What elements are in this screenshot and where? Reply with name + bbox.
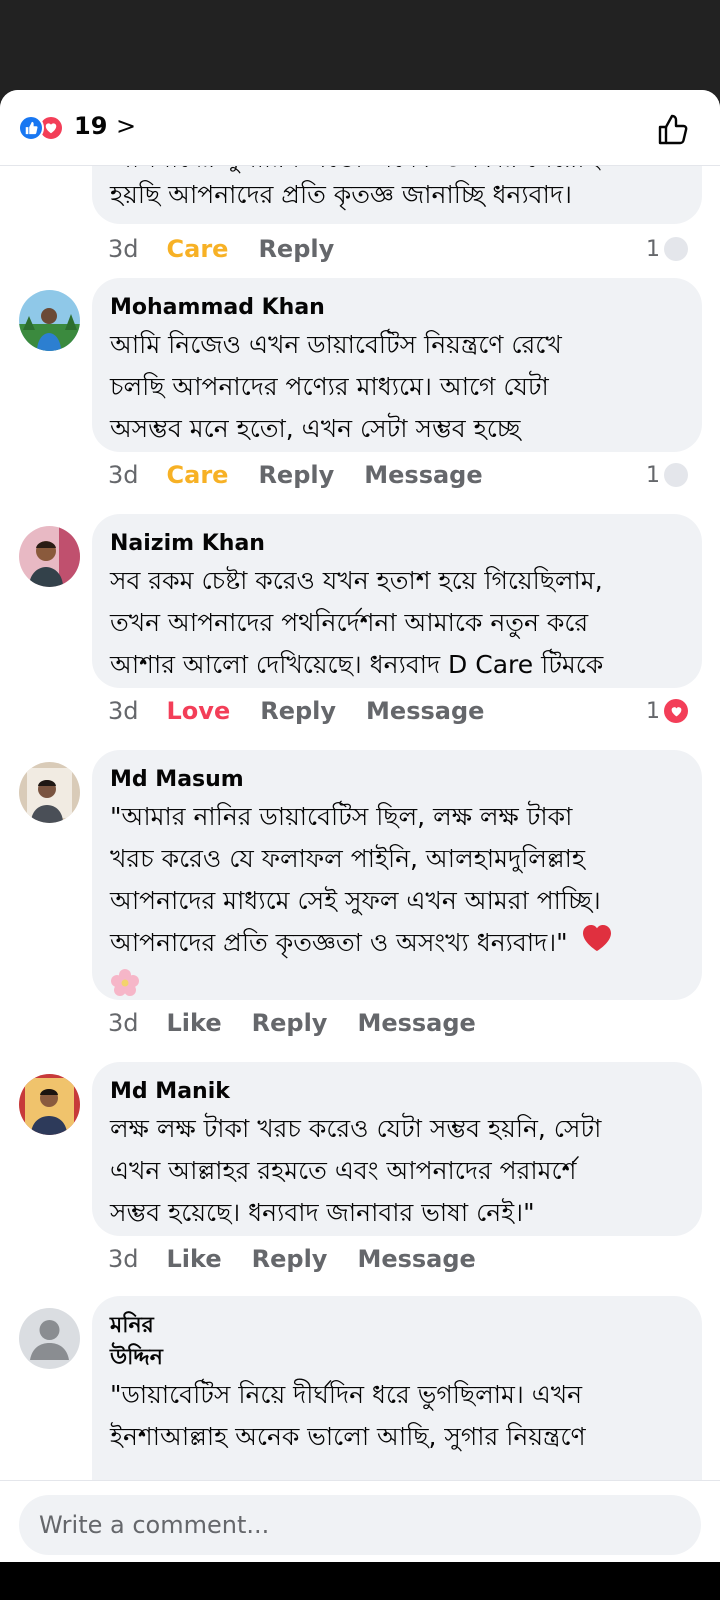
comment-actions: 3d Care Reply [108, 232, 364, 266]
comment-author[interactable]: Mohammad Khan [110, 292, 684, 324]
comment-line: "ডায়াবেটিস নিয়ে দীর্ঘদিন ধরে ভুগছিলাম।… [110, 1380, 583, 1409]
comment-input[interactable]: Write a comment... [19, 1495, 701, 1555]
care-button[interactable]: Care [167, 461, 229, 489]
reply-button[interactable]: Reply [252, 1009, 328, 1037]
comment-line: আপনাদের মাধ্যমে সেই সুফল এখন আমরা পাচ্ছি… [110, 886, 601, 915]
reaction-count[interactable]: 19 [74, 112, 107, 140]
comment-bubble: Naizim Khan সব রকম চেষ্টা করেও যখন হতাশ … [92, 514, 702, 688]
reactions-header[interactable]: 19 > [0, 90, 720, 166]
comment-author[interactable]: Naizim Khan [110, 528, 684, 560]
comment-actions: 3d Like Reply Message [108, 1242, 506, 1276]
reaction-counter[interactable]: 1 [646, 694, 688, 728]
love-button[interactable]: Love [167, 697, 231, 725]
comment-line: সব রকম চেষ্টা করেও যখন হতাশ হয়ে গিয়েছি… [110, 566, 603, 595]
avatar[interactable] [19, 526, 80, 587]
comment-actions: 3d Care Reply Message [108, 458, 513, 492]
comment-time: 3d [108, 461, 139, 489]
comment-line: অসম্ভব মনে হতো, এখন সেটা সম্ভব হচ্ছে [110, 414, 521, 443]
reaction-counter[interactable]: 1 [646, 458, 688, 492]
comment-time: 3d [108, 1009, 139, 1037]
comment-actions: 3d Love Reply Message [108, 694, 514, 728]
comment-author[interactable]: Md Masum [110, 764, 684, 796]
reaction-count: 1 [646, 698, 660, 724]
comment-time: 3d [108, 235, 139, 263]
heart-emoji-icon [582, 923, 612, 965]
status-bar-area [0, 0, 720, 90]
like-button[interactable]: Like [167, 1009, 222, 1037]
comment-line: চলছি আপনাদের পণ্যের মাধ্যমে। আগে যেটা [110, 372, 549, 401]
like-reaction-icon [18, 115, 44, 141]
comment-author[interactable]: মনির [110, 1310, 684, 1342]
comment-line: আশার আলো দেখিয়েছে। ধন্যবাদ D Care টিমকে [110, 650, 604, 679]
comment-author-line2[interactable]: উদ্দিন [110, 1342, 684, 1374]
comment-line: "আমার নানির ডায়াবেটিস ছিল, লক্ষ লক্ষ টা… [110, 802, 573, 831]
reaction-count: 1 [646, 236, 660, 262]
comment-line: এখন আল্লাহর রহমতে এবং আপনাদের পরামর্শে [110, 1156, 577, 1185]
message-button[interactable]: Message [364, 461, 482, 489]
avatar[interactable] [19, 762, 80, 823]
comment-bubble: Md Manik লক্ষ লক্ষ টাকা খরচ করেও যেটা সম… [92, 1062, 702, 1236]
comment-line: লক্ষ লক্ষ টাকা খরচ করেও যেটা সম্ভব হয়নি… [110, 1114, 602, 1143]
reply-button[interactable]: Reply [252, 1245, 328, 1273]
thumbs-up-icon[interactable] [652, 110, 692, 150]
comment-bubble: Mohammad Khan আমি নিজেও এখন ডায়াবেটিস ন… [92, 278, 702, 452]
message-button[interactable]: Message [357, 1009, 475, 1037]
comment-composer: Write a comment... [0, 1480, 720, 1562]
reaction-count: 1 [646, 462, 660, 488]
comment-text: হয়ছি আপনাদের প্রতি কৃতজ্ঞ জানাচ্ছি ধন্য… [110, 180, 572, 209]
care-reaction-icon [664, 237, 688, 261]
comment-line: আপনাদের প্রতি কৃতজ্ঞতা ও অসংখ্য ধন্যবাদ।… [110, 922, 684, 965]
comments-list[interactable]: আপনাদের সুপারিশ এতো অনেক উপকার পেয়েছি হ… [0, 166, 720, 1562]
reply-button[interactable]: Reply [258, 235, 334, 263]
reaction-counter[interactable]: 1 [646, 232, 688, 266]
comment-actions: 3d Like Reply Message [108, 1006, 506, 1040]
comment-line: ইনশাআল্লাহ অনেক ভালো আছি, সুগার নিয়ন্ত্… [110, 1422, 586, 1451]
reaction-icons[interactable] [18, 115, 68, 141]
message-button[interactable]: Message [357, 1245, 475, 1273]
care-button[interactable]: Care [167, 235, 229, 263]
comment-line: সম্ভব হয়েছে। ধন্যবাদ জানাবার ভাষা নেই।" [110, 1198, 535, 1227]
comment-line: আমি নিজেও এখন ডায়াবেটিস নিয়ন্ত্রণে রেখ… [110, 330, 562, 359]
avatar[interactable] [19, 290, 80, 351]
flower-emoji-icon [110, 965, 684, 1001]
love-reaction-icon [664, 699, 688, 723]
reply-button[interactable]: Reply [260, 697, 336, 725]
comment-cut-line: আপনাদের সুপারিশ এতো অনেক উপকার পেয়েছি [110, 166, 684, 174]
comment-bubble: Md Masum "আমার নানির ডায়াবেটিস ছিল, লক্… [92, 750, 702, 1000]
comment-author[interactable]: Md Manik [110, 1076, 684, 1108]
reply-button[interactable]: Reply [258, 461, 334, 489]
comment-input-placeholder: Write a comment... [39, 1511, 270, 1539]
message-button[interactable]: Message [366, 697, 484, 725]
chevron-right-icon[interactable]: > [116, 112, 136, 140]
care-reaction-icon [664, 463, 688, 487]
comment-bubble: আপনাদের সুপারিশ এতো অনেক উপকার পেয়েছি হ… [92, 166, 702, 224]
comment-line: খরচ করেও যে ফলাফল পাইনি, আলহামদুলিল্লাহ [110, 844, 586, 873]
comment-line-text: আপনাদের প্রতি কৃতজ্ঞতা ও অসংখ্য ধন্যবাদ।… [110, 928, 568, 957]
comment-line: তখন আপনাদের পথনির্দেশনা আমাকে নতুন করে [110, 608, 589, 637]
comment-time: 3d [108, 1245, 139, 1273]
default-avatar-icon[interactable] [19, 1308, 80, 1369]
avatar[interactable] [19, 1074, 80, 1135]
like-button[interactable]: Like [167, 1245, 222, 1273]
comment-time: 3d [108, 697, 139, 725]
navigation-bar-area [0, 1562, 720, 1600]
comments-sheet: 19 > আপনাদের সুপারিশ এতো অনেক উপকার পেয়… [0, 90, 720, 1562]
